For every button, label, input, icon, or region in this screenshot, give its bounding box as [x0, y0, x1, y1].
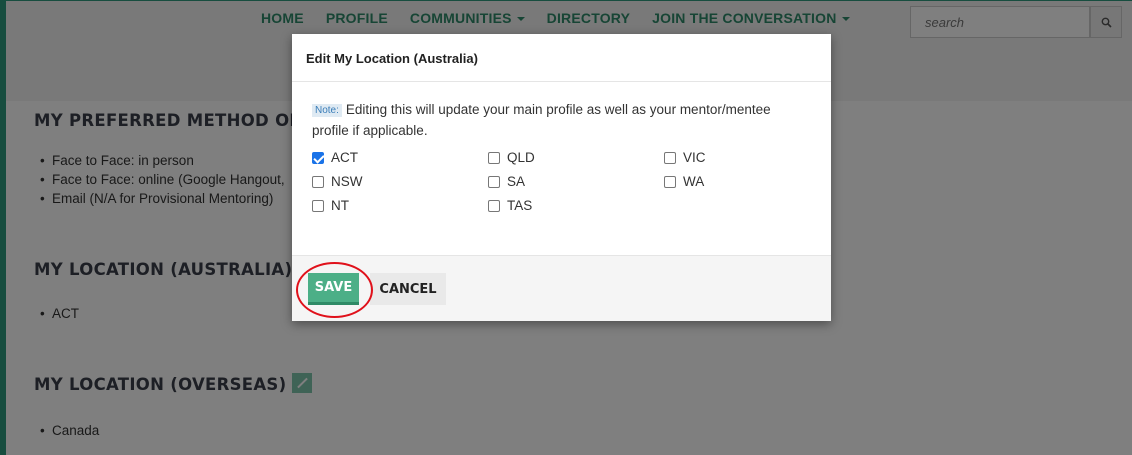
checkbox-nt[interactable]: NT: [312, 195, 488, 216]
checkbox[interactable]: [488, 175, 500, 188]
checkbox-label: WA: [683, 174, 705, 189]
checkbox[interactable]: [488, 199, 500, 212]
checkbox-label: TAS: [507, 198, 533, 213]
checkbox-act[interactable]: ACT: [312, 147, 488, 168]
checkbox[interactable]: [312, 199, 324, 212]
checkbox-label: ACT: [331, 150, 358, 165]
modal-footer: SAVE CANCEL: [292, 255, 831, 321]
checkbox-qld[interactable]: QLD: [488, 147, 664, 168]
save-button[interactable]: SAVE: [308, 273, 359, 305]
checkbox[interactable]: [312, 175, 324, 188]
checkbox-label: NSW: [331, 174, 363, 189]
note: Note: Editing this will update your main …: [312, 100, 811, 141]
checkbox[interactable]: [312, 151, 324, 164]
state-checkbox-grid: ACT QLD VIC NSW SA WA NT TAS: [312, 147, 811, 216]
checkbox-label: VIC: [683, 150, 706, 165]
note-text: Editing this will update your main profi…: [312, 102, 771, 138]
checkbox-tas[interactable]: TAS: [488, 195, 664, 216]
note-tag: Note:: [312, 104, 342, 117]
edit-location-modal: Edit My Location (Australia) Note: Editin…: [292, 34, 831, 321]
checkbox-sa[interactable]: SA: [488, 171, 664, 192]
checkbox[interactable]: [664, 175, 676, 188]
checkbox-label: QLD: [507, 150, 535, 165]
checkbox-nsw[interactable]: NSW: [312, 171, 488, 192]
cancel-button[interactable]: CANCEL: [370, 273, 446, 305]
checkbox[interactable]: [488, 151, 500, 164]
modal-title: Edit My Location (Australia): [292, 34, 831, 82]
checkbox-wa[interactable]: WA: [664, 171, 824, 192]
checkbox-vic[interactable]: VIC: [664, 147, 824, 168]
checkbox-label: SA: [507, 174, 526, 189]
checkbox-label: NT: [331, 198, 349, 213]
checkbox[interactable]: [664, 151, 676, 164]
modal-body: Note: Editing this will update your main …: [292, 82, 831, 255]
